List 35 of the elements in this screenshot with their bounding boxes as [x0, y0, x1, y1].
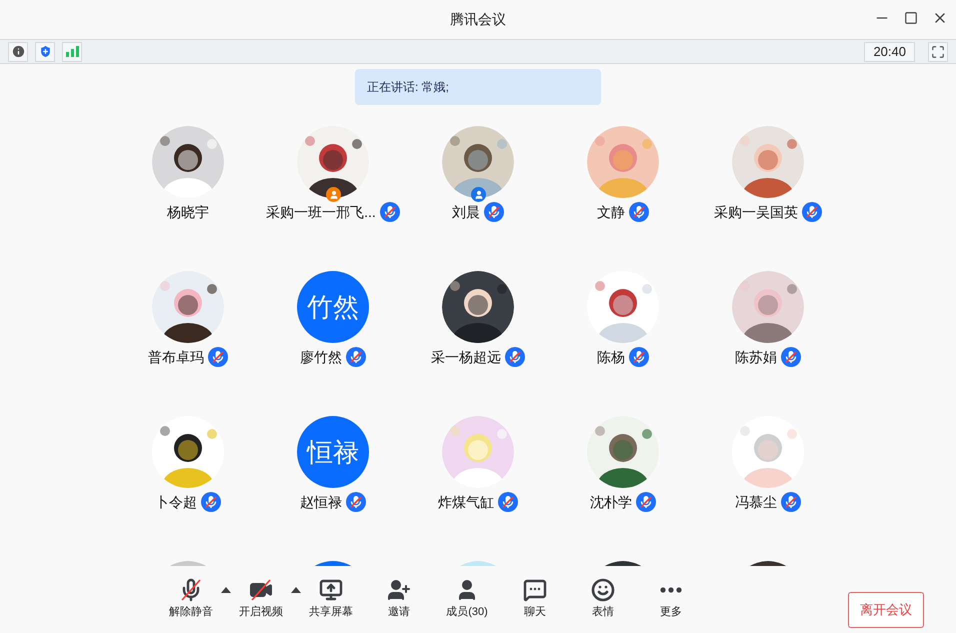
participant-name: 卜令超 — [155, 492, 197, 512]
speaking-banner: 正在讲话: 常娥; — [355, 69, 601, 105]
maximize-icon[interactable] — [904, 11, 918, 25]
participant-name: 采一杨超远 — [431, 348, 501, 366]
time-label: 20:40 — [864, 42, 915, 62]
toolbar-button[interactable]: 聊天 — [505, 570, 565, 628]
window-title: 腾讯会议 — [450, 10, 506, 29]
toolbar-button[interactable]: 共享屏幕 — [301, 570, 361, 628]
participant-name: 炸煤气缸 — [438, 492, 494, 512]
toolbar-button[interactable]: 邀请 — [369, 570, 429, 628]
participant-name: 陈苏娟 — [735, 348, 777, 366]
info-icon[interactable] — [8, 42, 28, 62]
participant-name: 采购一班一邢飞... — [266, 202, 376, 222]
participant-name: 刘晨 — [452, 202, 480, 222]
toolbar-button[interactable]: 开启视频 — [231, 570, 291, 628]
participant-name: 杨晓宇 — [167, 202, 209, 222]
participant-name: 沈朴学 — [590, 492, 632, 512]
participant-name: 普布卓玛 — [148, 348, 204, 366]
shield-icon[interactable] — [35, 42, 55, 62]
initials-avatar: 竹然 — [297, 271, 369, 343]
participant-name: 廖竹然 — [300, 348, 342, 366]
fullscreen-icon[interactable] — [928, 42, 948, 62]
toolbar-button[interactable]: 更多 — [641, 570, 701, 628]
participant-name: 赵恒禄 — [300, 492, 342, 512]
caret-icon[interactable] — [291, 586, 301, 592]
participant-name: 冯慕尘 — [735, 492, 777, 512]
caret-icon[interactable] — [221, 586, 231, 592]
toolbar-button[interactable]: 表情 — [573, 570, 633, 628]
initials-avatar: 恒禄 — [297, 416, 369, 488]
participant-name: 文静 — [597, 202, 625, 222]
toolbar-button[interactable]: 成员(30) — [437, 570, 497, 628]
participant-name: 采购一吴国英 — [714, 202, 798, 222]
participant-name: 陈杨 — [597, 348, 625, 366]
toolbar-button[interactable]: 解除静音 — [161, 570, 221, 628]
leave-meeting-button[interactable]: 离开会议 — [848, 592, 924, 628]
